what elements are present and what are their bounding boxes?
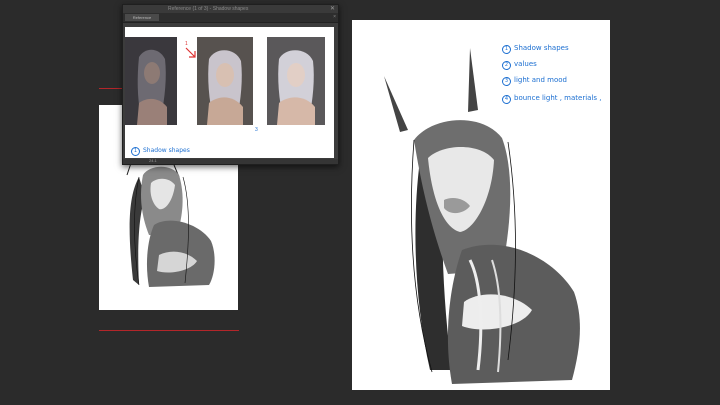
step-marker-3: 3 [255, 127, 258, 133]
portrait-image-2 [197, 37, 253, 125]
note-number: 1 [502, 45, 511, 54]
note-shadow-shapes: 1 Shadow shapes [502, 44, 569, 54]
note-number: 2 [502, 61, 511, 70]
close-icon[interactable]: ✕ [330, 5, 335, 13]
reference-canvas[interactable]: 1 3 1 Shadow shapes [125, 27, 334, 158]
reference-window[interactable]: Reference (1 of 3) - Shadow shapes ✕ Ref… [122, 4, 339, 165]
reference-thumbnail-1[interactable] [125, 37, 177, 125]
note-text: bounce light , materials , [514, 94, 602, 102]
zoom-readout: 24.1 [149, 158, 157, 163]
reference-thumbnail-3[interactable] [267, 37, 325, 125]
portrait-image-1 [125, 37, 177, 125]
note-light-and-mood: 3 light and mood [502, 76, 567, 86]
note-text: values [514, 60, 537, 68]
reference-status-bar: 24.1 [123, 158, 338, 164]
caption-number: 1 [131, 147, 140, 156]
reference-window-title: Reference (1 of 3) - Shadow shapes [168, 6, 249, 12]
caption-text: Shadow shapes [143, 147, 190, 154]
note-text: light and mood [514, 76, 567, 84]
tab-close-icon[interactable]: × [333, 13, 336, 21]
red-arrow-icon [185, 47, 196, 58]
note-number: 3 [502, 77, 511, 86]
reference-window-titlebar[interactable]: Reference (1 of 3) - Shadow shapes ✕ [123, 5, 338, 13]
note-number: 4 [502, 95, 511, 104]
reference-thumbnail-2[interactable] [197, 37, 253, 125]
note-text: Shadow shapes [514, 44, 569, 52]
girl-sketch-right [384, 48, 580, 384]
tab-reference[interactable]: Reference [125, 14, 159, 21]
right-canvas-sketch[interactable]: 1 Shadow shapes 2 values 3 light and mood 4… [352, 20, 610, 390]
reference-caption: 1 Shadow shapes [131, 147, 190, 156]
note-values: 2 values [502, 60, 537, 70]
portrait-image-3 [267, 37, 325, 125]
guide-line-bottom [99, 330, 239, 331]
reference-tab-bar: Reference × [123, 13, 338, 23]
note-bounce-light: 4 bounce light , materials , [502, 94, 601, 104]
